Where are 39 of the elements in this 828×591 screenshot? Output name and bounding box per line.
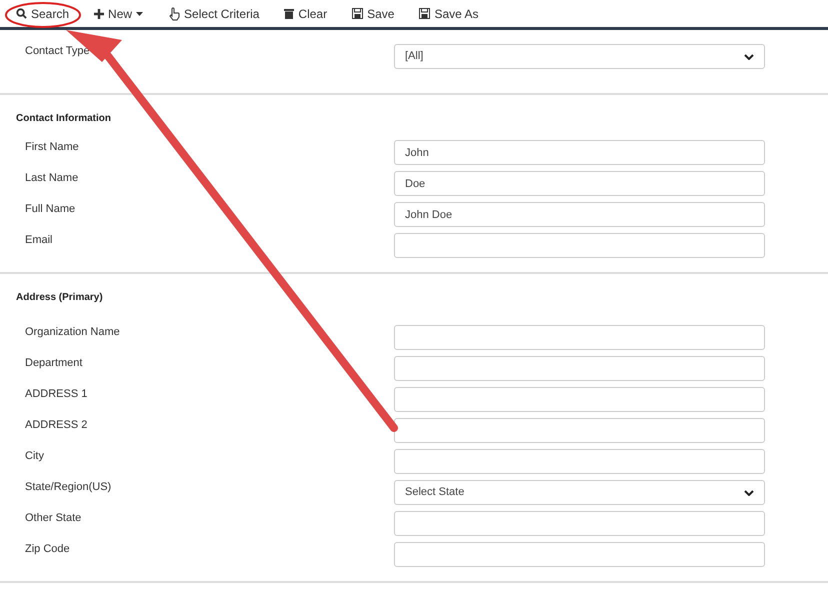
toolbar-button[interactable]: Select Criteria: [168, 4, 260, 22]
field-label: Email: [25, 234, 53, 246]
input-field[interactable]: John: [394, 140, 765, 165]
field-label: City: [25, 450, 44, 462]
input-field[interactable]: [394, 418, 765, 443]
chevron-down-icon: [744, 54, 754, 60]
input-field[interactable]: [394, 387, 765, 412]
field-label: Zip Code: [25, 543, 70, 555]
field-label: First Name: [25, 141, 79, 153]
field-label: Department: [25, 357, 82, 369]
field-label: Other State: [25, 512, 82, 524]
input-field[interactable]: [394, 511, 765, 536]
toolbar-button[interactable]: Save: [352, 4, 394, 22]
input-field[interactable]: John Doe: [394, 202, 765, 227]
toolbar-button[interactable]: New: [94, 4, 144, 22]
chevron-down-icon: [744, 490, 754, 496]
dropdown[interactable]: Select State: [394, 480, 765, 505]
field-label: Last Name: [25, 172, 78, 184]
trash-icon: [284, 8, 294, 19]
hand-pointer-icon: [168, 6, 180, 20]
field-label: State/Region(US): [25, 481, 112, 493]
toolbar-button[interactable]: Clear: [284, 4, 328, 22]
plus-icon: [94, 8, 104, 18]
toolbar-button[interactable]: Save As: [419, 4, 478, 22]
input-field[interactable]: [394, 356, 765, 381]
section-heading: Address (Primary): [15, 291, 104, 305]
input-field[interactable]: [394, 325, 765, 350]
input-field[interactable]: [394, 542, 765, 567]
section-heading: Contact Information: [15, 112, 112, 126]
dropdown[interactable]: [All]: [394, 44, 765, 69]
field-label: ADDRESS 2: [25, 419, 88, 431]
input-field[interactable]: [394, 233, 765, 258]
field-label: Organization Name: [25, 326, 120, 338]
field-label: ADDRESS 1: [25, 388, 88, 400]
search-icon: [16, 8, 27, 19]
field-label: Contact Type: [25, 45, 90, 57]
field-label: Full Name: [25, 203, 76, 215]
input-field[interactable]: Doe: [394, 171, 765, 196]
input-field[interactable]: [394, 449, 765, 474]
